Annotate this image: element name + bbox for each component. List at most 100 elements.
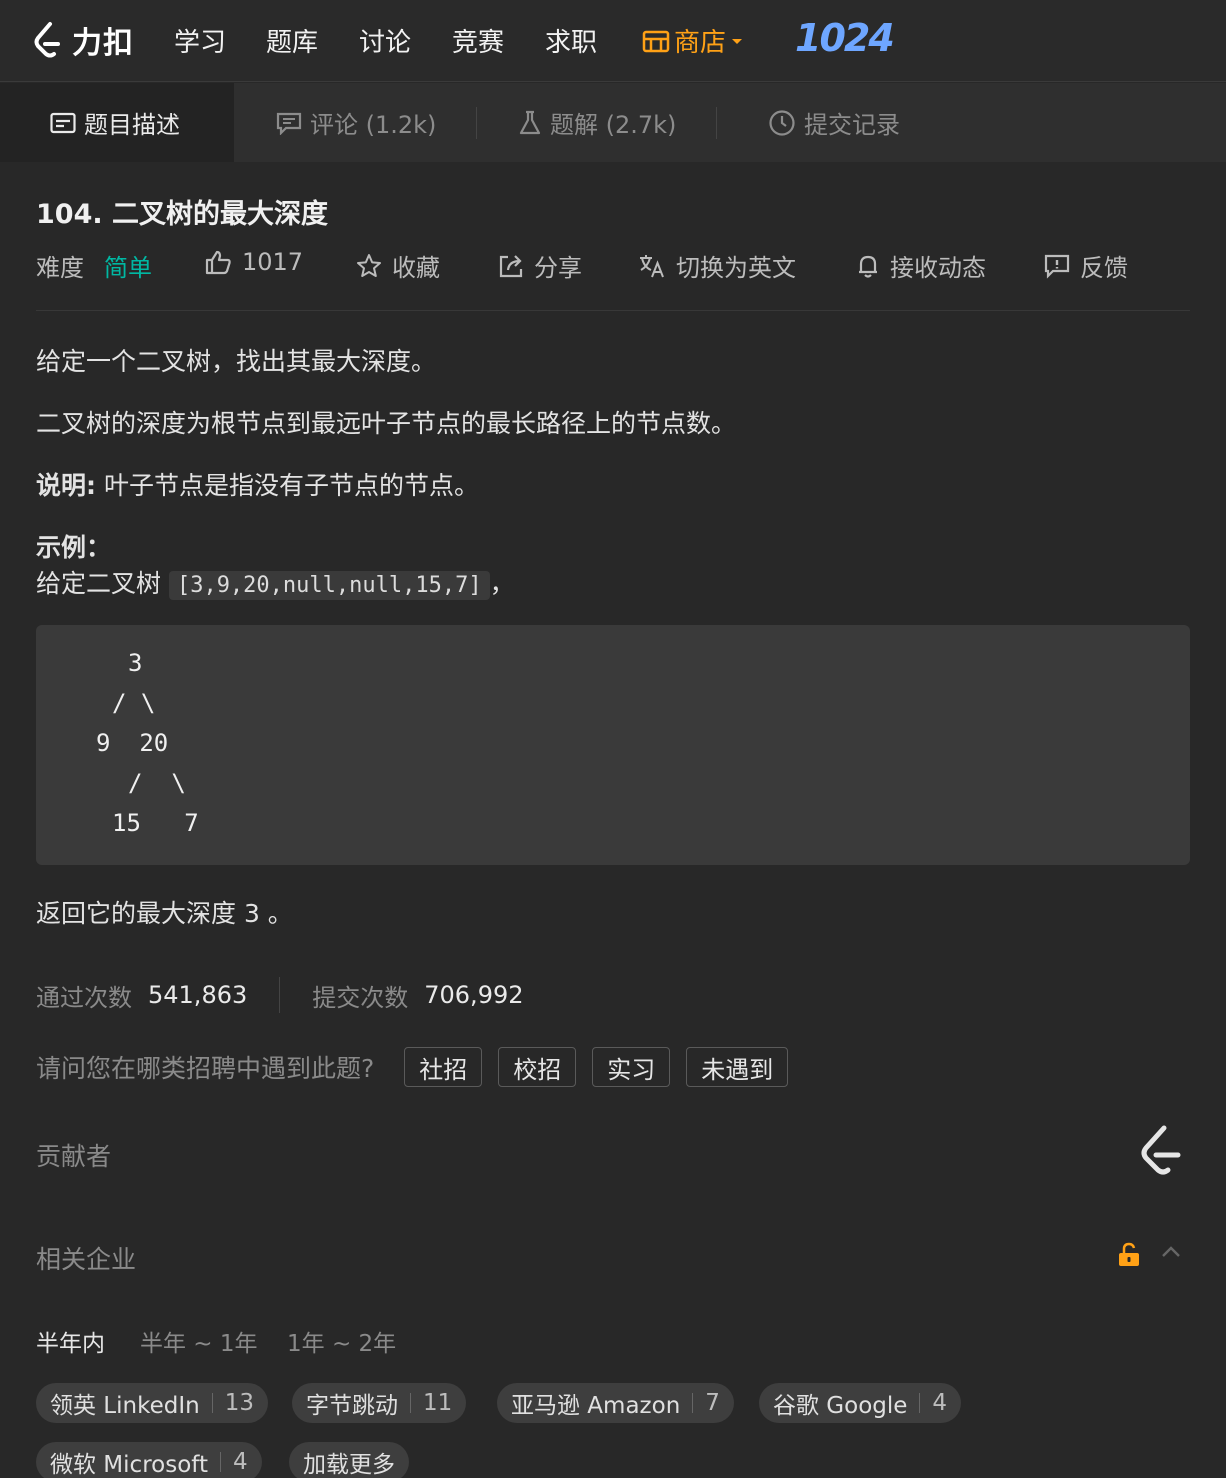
tab-divider	[476, 107, 477, 139]
favorite-label: 收藏	[392, 254, 440, 282]
tree-line: 9 20	[96, 729, 169, 757]
example-heading: 示例：	[36, 533, 112, 562]
caret-down-icon	[732, 38, 743, 44]
company-tag[interactable]: 领英 LinkedIn 13	[36, 1383, 268, 1423]
chip-divider	[211, 1393, 213, 1413]
leetcode-logo-icon	[34, 22, 60, 58]
feedback-icon	[1044, 254, 1070, 279]
translate-label: 切换为英文	[676, 254, 796, 282]
top-navbar: 力扣 学习 题库 讨论 竞赛 求职 商店 1024	[0, 0, 1226, 82]
tree-line: 15 7	[112, 809, 199, 837]
like-button[interactable]: 1017	[204, 248, 303, 276]
contributors-label: 贡献者	[36, 1142, 112, 1171]
companies-title: 相关企业	[36, 1245, 137, 1274]
tab-submissions[interactable]: 提交记录	[768, 83, 900, 162]
recruit-campus-button[interactable]: 校招	[498, 1047, 577, 1087]
translate-icon	[640, 254, 664, 277]
note-label: 说明:	[36, 471, 96, 500]
feedback-button[interactable]: 反馈	[1044, 248, 1128, 283]
tab-solutions[interactable]: 题解 (2.7k)	[518, 83, 676, 162]
recruit-none-button[interactable]: 未遇到	[686, 1047, 789, 1087]
star-icon	[357, 253, 381, 277]
tree-line: / \	[128, 769, 186, 797]
company-name: 领英 LinkedIn	[50, 1393, 200, 1419]
company-name: 字节跳动	[306, 1393, 398, 1419]
accepted-count: 541,863	[148, 981, 248, 1009]
share-button[interactable]: 分享	[498, 248, 582, 283]
tab-comments[interactable]: 评论 (1.2k)	[276, 83, 436, 162]
range-one-to-two-years[interactable]: 1年 ~ 2年	[287, 1324, 396, 1358]
bell-icon	[859, 255, 877, 278]
nav-learn[interactable]: 学习	[174, 22, 226, 59]
company-tag[interactable]: 亚马逊 Amazon 7	[497, 1383, 734, 1423]
company-count: 7	[705, 1390, 720, 1416]
tab-description[interactable]: 题目描述	[0, 83, 234, 162]
nav-problemset[interactable]: 题库	[266, 22, 318, 59]
nav-discuss[interactable]: 讨论	[359, 22, 411, 59]
recruit-survey: 请问您在哪类招聘中遇到此题? 社招 校招 实习 未遇到	[36, 1047, 789, 1087]
nav-store[interactable]: 商店	[642, 22, 744, 59]
submissions-label: 提交次数	[312, 983, 409, 1012]
event-1024-badge[interactable]: 1024	[795, 16, 895, 60]
company-name: 亚马逊 Amazon	[511, 1393, 681, 1419]
problem-title: 104. 二叉树的最大深度	[36, 199, 329, 230]
chevron-up-icon[interactable]	[1160, 1244, 1182, 1260]
like-count: 1017	[242, 248, 304, 276]
description-paragraph: 给定一个二叉树，找出其最大深度。	[36, 347, 437, 376]
example-prefix: 给定二叉树	[36, 569, 169, 598]
feedback-label: 反馈	[1080, 254, 1128, 282]
subscribe-button[interactable]: 接收动态	[856, 248, 986, 283]
subscribe-label: 接收动态	[890, 254, 986, 282]
tree-line: 3	[128, 649, 143, 677]
company-count: 11	[423, 1390, 453, 1416]
stats-divider	[279, 977, 281, 1013]
accepted-label: 通过次数	[36, 983, 132, 1012]
problem-meta-bar: 难度 简单 1017 收藏 分享 切换为英文 接收动态 反馈	[36, 248, 1190, 288]
problem-tabs: 题目描述 评论 (1.2k) 题解 (2.7k) 提交记录	[0, 83, 1226, 162]
range-half-to-one-year[interactable]: 半年 ~ 1年	[140, 1324, 258, 1358]
chip-divider	[919, 1393, 921, 1413]
tab-divider	[716, 107, 717, 139]
nav-contest[interactable]: 竞赛	[452, 22, 504, 59]
company-name: 谷歌 Google	[773, 1393, 908, 1419]
note-paragraph: 说明: 叶子节点是指没有子节点的节点。	[36, 466, 479, 502]
share-label: 分享	[534, 254, 582, 282]
description-icon	[50, 112, 76, 133]
result-paragraph: 返回它的最大深度 3 。	[36, 899, 293, 928]
logo-text: 力扣	[72, 26, 134, 61]
range-half-year[interactable]: 半年内	[36, 1324, 105, 1358]
contributor-avatar-icon[interactable]	[1136, 1124, 1186, 1180]
divider	[36, 310, 1190, 311]
recruit-question: 请问您在哪类招聘中遇到此题?	[36, 1054, 375, 1083]
submission-stats: 通过次数 541,863 提交次数 706,992	[36, 977, 524, 1013]
recruit-intern-button[interactable]: 实习	[592, 1047, 671, 1087]
chip-divider	[692, 1393, 694, 1413]
unlock-icon[interactable]	[1116, 1242, 1142, 1268]
tab-label: 题解 (2.7k)	[550, 111, 677, 139]
description-paragraph: 二叉树的深度为根节点到最远叶子节点的最长路径上的节点数。	[36, 409, 737, 438]
store-icon	[642, 30, 670, 52]
comment-icon	[276, 112, 302, 135]
recruit-social-button[interactable]: 社招	[404, 1047, 483, 1087]
flask-icon	[519, 110, 541, 134]
note-text: 叶子节点是指没有子节点的节点。	[96, 471, 479, 500]
store-label: 商店	[674, 28, 727, 58]
nav-jobs[interactable]: 求职	[545, 22, 597, 59]
company-count: 4	[932, 1390, 948, 1416]
example-line: 给定二叉树 [3,9,20,null,null,15,7]，	[36, 564, 515, 600]
example-inline-code: [3,9,20,null,null,15,7]	[168, 571, 490, 600]
company-tag[interactable]: 字节跳动 11	[292, 1383, 467, 1423]
thumbs-up-icon	[205, 250, 231, 275]
company-tag[interactable]: 谷歌 Google 4	[759, 1383, 962, 1423]
submissions-count: 706,992	[424, 981, 524, 1009]
favorite-button[interactable]: 收藏	[356, 248, 440, 283]
company-tag[interactable]: 微软 Microsoft 4	[36, 1442, 262, 1478]
company-name: 微软 Microsoft	[50, 1452, 208, 1478]
chip-divider	[410, 1393, 411, 1413]
translate-button[interactable]: 切换为英文	[638, 248, 796, 283]
share-icon	[499, 254, 523, 277]
company-count: 13	[224, 1390, 254, 1416]
company-count: 4	[232, 1449, 248, 1475]
load-more-button[interactable]: 加载更多	[289, 1442, 409, 1478]
leetcode-logo[interactable]: 力扣	[32, 18, 134, 62]
